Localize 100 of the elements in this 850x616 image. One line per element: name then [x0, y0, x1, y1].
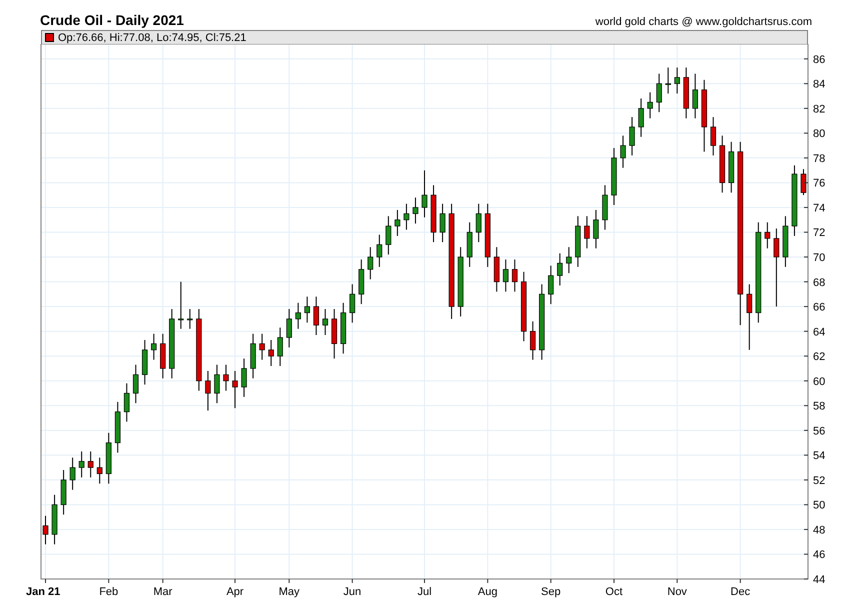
y-tick-label: 62	[813, 351, 826, 364]
candlestick	[611, 148, 617, 206]
candlestick	[358, 258, 364, 305]
candlestick	[530, 320, 536, 360]
y-tick-label: 66	[813, 302, 826, 314]
x-tick-label: Dec	[730, 586, 750, 598]
x-tick-label: Feb	[99, 586, 118, 598]
x-tick-label: Jul	[417, 586, 432, 598]
x-tick-label: Jan 21	[26, 586, 60, 598]
candlestick	[692, 73, 698, 119]
candlestick	[404, 203, 410, 230]
candlestick	[647, 92, 653, 119]
candlestick	[340, 302, 346, 354]
candlestick	[96, 457, 102, 484]
y-tick-label: 68	[813, 276, 826, 289]
candlestick	[322, 308, 328, 336]
candlestick	[458, 246, 464, 317]
y-tick-label: 58	[813, 400, 826, 413]
candlestick	[593, 209, 599, 249]
candlestick	[232, 370, 238, 409]
candlestick	[169, 308, 175, 379]
candlestick	[42, 515, 48, 545]
x-tick-label: Mar	[153, 586, 172, 598]
y-tick-label: 50	[813, 500, 826, 512]
y-tick-label: 60	[813, 376, 826, 388]
candlestick	[277, 327, 283, 366]
source-credit: world gold charts @ www.goldchartsrus.com	[595, 16, 812, 28]
y-tick-label: 44	[813, 574, 826, 586]
candlestick	[512, 258, 518, 292]
candlestick	[241, 358, 247, 398]
candlestick	[792, 164, 798, 236]
candlestick	[259, 333, 265, 360]
candlestick	[350, 284, 356, 324]
candlestick	[151, 333, 157, 360]
y-tick-label: 74	[813, 202, 826, 214]
y-tick-label: 78	[813, 152, 826, 165]
candlestick	[142, 339, 148, 386]
candlestick	[331, 308, 338, 360]
candlestick	[557, 252, 563, 286]
candlestick	[746, 284, 752, 350]
x-tick-label: May	[278, 586, 300, 598]
candlestick	[719, 135, 726, 194]
candlestick	[782, 216, 788, 268]
y-tick-label: 70	[813, 252, 826, 264]
x-tick-label: Nov	[667, 586, 687, 598]
y-tick-label: 84	[813, 78, 826, 91]
y-tick-label: 52	[813, 474, 826, 487]
y-tick-label: 82	[813, 103, 826, 116]
x-tick-label: Oct	[605, 586, 623, 598]
candlestick	[466, 222, 472, 268]
candlestick	[386, 216, 392, 256]
candlestick	[286, 308, 292, 348]
candlestick	[368, 246, 374, 280]
x-tick-label: Sep	[541, 586, 561, 598]
candlestick	[223, 364, 229, 392]
candlestick	[132, 364, 139, 404]
candlestick	[160, 333, 166, 379]
chart-title: Crude Oil - Daily 2021	[40, 12, 184, 28]
x-tick-label: Jun	[343, 586, 362, 598]
x-tick-label: Aug	[478, 586, 498, 598]
candlestick	[638, 98, 644, 138]
y-tick-label: 46	[813, 549, 826, 562]
legend-text: Op:76.66, Hi:77.08, Lo:74.95, Cl:75.21	[58, 32, 246, 44]
candlestick	[764, 222, 770, 249]
candlestick	[502, 258, 508, 292]
y-tick-label: 56	[813, 425, 826, 438]
candlestick	[106, 432, 112, 484]
candlestick	[60, 470, 66, 516]
candlestick	[114, 401, 120, 454]
candlestick	[70, 457, 76, 490]
candlestick	[602, 184, 608, 230]
candlestick	[800, 168, 806, 196]
y-tick-label: 54	[813, 450, 826, 462]
candlestick	[304, 296, 310, 324]
candlestick	[250, 333, 256, 379]
candlestick	[78, 450, 84, 478]
candlestick	[710, 116, 716, 156]
candlestick	[683, 67, 689, 119]
y-tick-label: 64	[813, 326, 826, 338]
candlestick	[412, 197, 418, 224]
y-tick-label: 86	[813, 54, 826, 66]
y-tick-label: 72	[813, 227, 826, 240]
candlestick	[268, 339, 274, 366]
candlestick	[548, 265, 554, 305]
legend-swatch-icon	[45, 33, 54, 42]
candlestick	[665, 67, 671, 94]
candlestick	[584, 216, 590, 249]
candlestick	[376, 234, 382, 268]
candlestick	[205, 370, 211, 412]
candlestick	[430, 184, 436, 243]
candlestick	[422, 170, 428, 218]
candlestick	[520, 271, 527, 342]
candlestick	[178, 281, 184, 330]
candlestick	[124, 382, 130, 422]
candlestick	[728, 141, 734, 194]
candlestick	[187, 308, 193, 330]
x-tick-label: Apr	[226, 586, 244, 598]
candlestick	[620, 135, 626, 168]
y-tick-label: 76	[813, 178, 826, 190]
candlestick	[484, 203, 490, 268]
